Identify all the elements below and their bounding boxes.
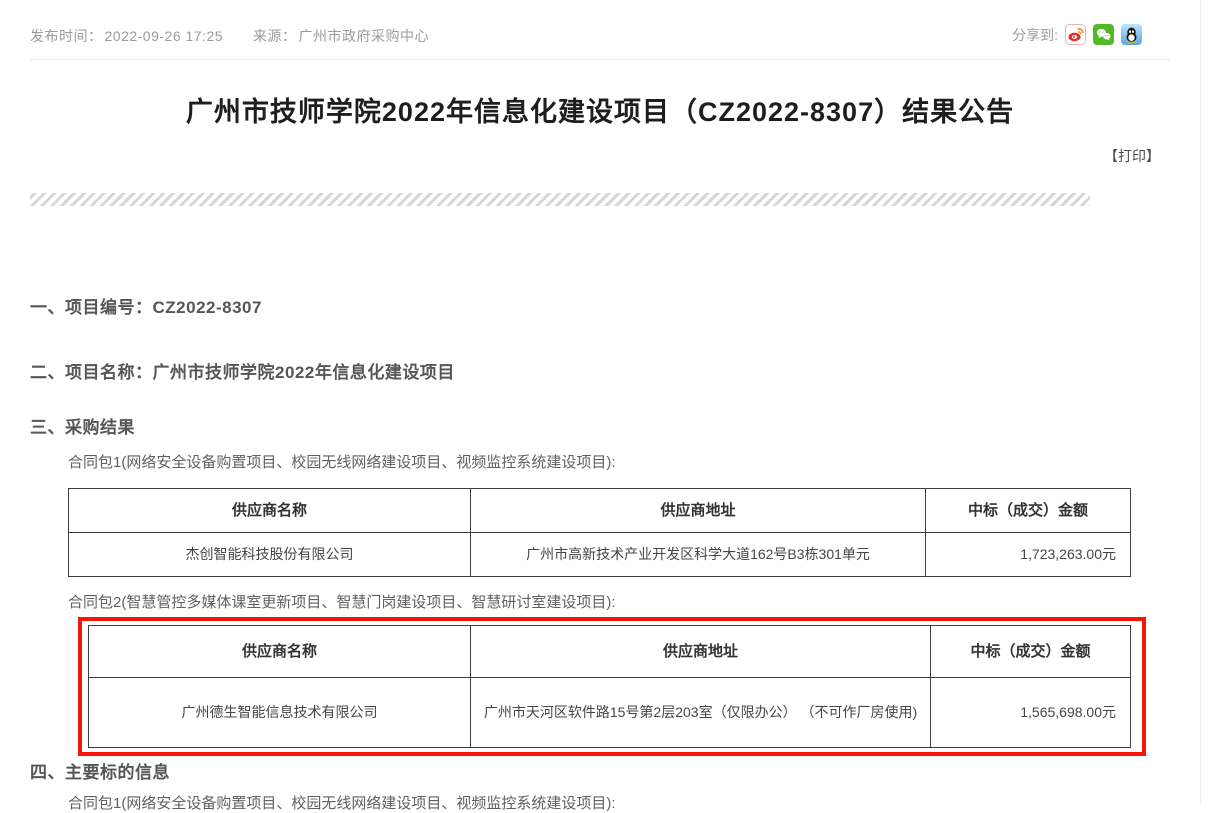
section-main-subject-info: 四、主要标的信息	[30, 758, 170, 783]
publish-time-label: 发布时间：	[30, 28, 103, 44]
page-right-divider	[1200, 0, 1201, 805]
wechat-share-icon[interactable]	[1093, 24, 1114, 45]
package2-label: 合同包2(智慧管控多媒体课室更新项目、智慧门岗建设项目、智慧研讨室建设项目):	[68, 591, 616, 612]
supplier-address-cell: 广州市天河区软件路15号第2层203室（仅限办公） （不可作厂房使用)	[471, 678, 931, 748]
publish-info: 发布时间：2022-09-26 17:25 来源：广州市政府采购中心	[30, 26, 431, 46]
hatched-divider	[30, 193, 1090, 206]
award-amount-cell: 1,723,263.00元	[926, 533, 1131, 577]
award-amount-header: 中标（成交）金额	[931, 626, 1131, 678]
qq-share-icon[interactable]	[1121, 24, 1142, 45]
supplier-name-cell: 广州德生智能信息技术有限公司	[89, 678, 471, 748]
supplier-address-cell: 广州市高新技术产业开发区科学大道162号B3栋301单元	[471, 533, 926, 577]
award-amount-cell: 1,565,698.00元	[931, 678, 1131, 748]
page-title: 广州市技师学院2022年信息化建设项目（CZ2022-8307）结果公告	[0, 90, 1200, 129]
top-meta-bar-inner: 发布时间：2022-09-26 17:25 来源：广州市政府采购中心 分享到:	[30, 0, 1170, 60]
supplier-address-header: 供应商地址	[471, 489, 926, 533]
bottom-partial-line: 合同包1(网络安全设备购置项目、校园无线网络建设项目、视频监控系统建设项目):	[68, 792, 616, 813]
table-row: 杰创智能科技股份有限公司 广州市高新技术产业开发区科学大道162号B3栋301单…	[69, 533, 1131, 577]
top-meta-bar: 发布时间：2022-09-26 17:25 来源：广州市政府采购中心 分享到:	[0, 0, 1200, 61]
source-label: 来源：	[253, 28, 297, 44]
supplier-address-header: 供应商地址	[471, 626, 931, 678]
share-label: 分享到:	[1012, 25, 1058, 45]
publish-time-value: 2022-09-26 17:25	[105, 28, 224, 44]
weibo-share-icon[interactable]	[1065, 24, 1086, 45]
supplier-name-header: 供应商名称	[69, 489, 471, 533]
table-header-row: 供应商名称 供应商地址 中标（成交）金额	[69, 489, 1131, 533]
package1-label: 合同包1(网络安全设备购置项目、校园无线网络建设项目、视频监控系统建设项目):	[68, 451, 616, 472]
supplier-name-header: 供应商名称	[89, 626, 471, 678]
print-button[interactable]: 【打印】	[1104, 146, 1160, 166]
section-project-name: 二、项目名称：广州市技师学院2022年信息化建设项目	[30, 358, 455, 383]
source-value: 广州市政府采购中心	[299, 28, 430, 44]
share-bar: 分享到:	[1012, 24, 1142, 45]
award-amount-header: 中标（成交）金额	[926, 489, 1131, 533]
section-procurement-result: 三、采购结果	[30, 413, 135, 438]
package2-result-table: 供应商名称 供应商地址 中标（成交）金额 广州德生智能信息技术有限公司 广州市天…	[88, 625, 1131, 748]
section-project-number: 一、项目编号：CZ2022-8307	[30, 293, 262, 318]
package1-result-table: 供应商名称 供应商地址 中标（成交）金额 杰创智能科技股份有限公司 广州市高新技…	[68, 488, 1131, 577]
supplier-name-cell: 杰创智能科技股份有限公司	[69, 533, 471, 577]
table-row: 广州德生智能信息技术有限公司 广州市天河区软件路15号第2层203室（仅限办公）…	[89, 678, 1131, 748]
table-header-row: 供应商名称 供应商地址 中标（成交）金额	[89, 626, 1131, 678]
